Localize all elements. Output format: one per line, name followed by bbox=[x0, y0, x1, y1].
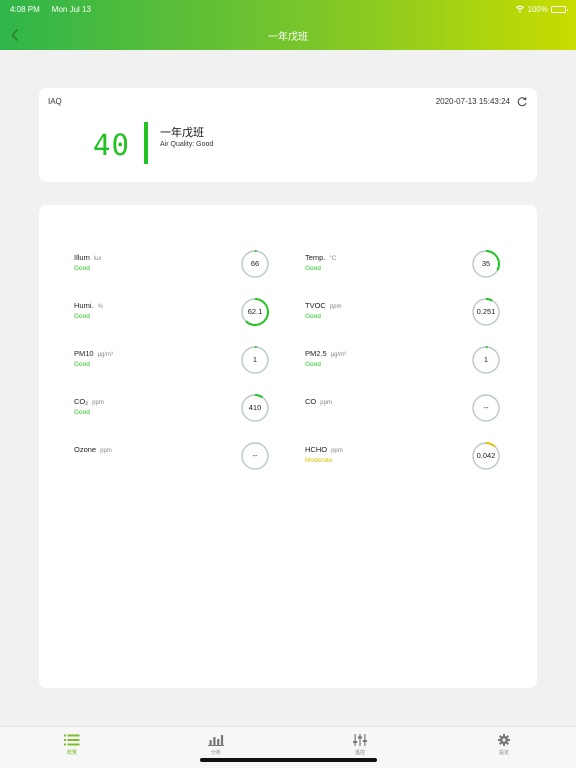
aqi-indicator-bar bbox=[144, 122, 148, 164]
timestamp: 2020-07-13 15:43:24 bbox=[435, 97, 510, 106]
metric-item: Ozone ppm -- bbox=[74, 441, 270, 475]
metric-value: 410 bbox=[248, 403, 262, 412]
metric-unit: ppm bbox=[100, 448, 112, 454]
tab-analysis-label: 分析 bbox=[210, 750, 221, 756]
metric-item: HCHO ppm Moderate 0.042 bbox=[305, 441, 501, 475]
metric-gauge[interactable]: 0.042 bbox=[471, 441, 501, 471]
metric-unit: ppm bbox=[320, 400, 332, 406]
status-time: 4:08 PM bbox=[10, 4, 40, 14]
metric-gauge[interactable]: 35 bbox=[471, 249, 501, 279]
bar-chart-icon bbox=[208, 735, 224, 746]
metric-name: CO ppm bbox=[305, 397, 332, 406]
metric-unit: ppm bbox=[329, 304, 342, 310]
home-indicator bbox=[200, 758, 377, 762]
metric-gauge[interactable]: 66 bbox=[240, 249, 270, 279]
metric-value: 0.251 bbox=[476, 307, 496, 316]
metric-unit: ppm bbox=[92, 400, 104, 406]
wifi-icon bbox=[515, 5, 524, 13]
summary-card: IAQ 2020-07-13 15:43:24 40 一年戊班 Air Qual… bbox=[39, 88, 537, 182]
status-bar: 4:08 PM Mon Jul 13 100% bbox=[10, 3, 568, 15]
metric-gauge[interactable]: -- bbox=[240, 441, 270, 471]
metric-gauge[interactable]: 410 bbox=[240, 393, 270, 423]
metric-unit: % bbox=[97, 304, 103, 310]
tab-remote-label: 遙控 bbox=[354, 750, 365, 756]
app-header: 4:08 PM Mon Jul 13 100% 一年戊班 bbox=[0, 0, 576, 50]
metric-label: Illum bbox=[74, 253, 90, 262]
metric-label: PM2.5 bbox=[305, 349, 327, 358]
metric-item: Illum lux Good 66 bbox=[74, 249, 270, 283]
metric-status: Good bbox=[74, 361, 90, 368]
metric-name: PM10 μg/m³ bbox=[74, 349, 113, 358]
metric-value: 35 bbox=[481, 259, 491, 268]
metric-unit: °C bbox=[329, 256, 337, 262]
metric-item: Temp. °C Good 35 bbox=[305, 249, 501, 283]
tab-overview-label: 概覽 bbox=[66, 750, 77, 756]
battery-icon bbox=[551, 5, 568, 13]
metric-gauge[interactable]: 1 bbox=[240, 345, 270, 375]
metric-name: Temp. °C bbox=[305, 253, 336, 262]
metric-label: Temp. bbox=[305, 253, 326, 262]
tab-settings[interactable]: 設定 bbox=[432, 727, 576, 763]
metric-unit: μg/m³ bbox=[330, 352, 347, 358]
metric-gauge[interactable]: 1 bbox=[471, 345, 501, 375]
iaq-label: IAQ bbox=[48, 97, 62, 106]
tab-settings-label: 設定 bbox=[498, 750, 509, 756]
metric-value: -- bbox=[252, 451, 258, 460]
gear-icon bbox=[498, 734, 510, 746]
metric-gauge[interactable]: 0.251 bbox=[471, 297, 501, 327]
battery-percent: 100% bbox=[527, 4, 548, 14]
metric-name: Ozone ppm bbox=[74, 445, 112, 454]
metric-status: Good bbox=[305, 313, 321, 320]
aqi-value: 40 bbox=[93, 128, 130, 162]
metric-unit: μg/m³ bbox=[97, 352, 114, 358]
metric-value: 66 bbox=[250, 259, 260, 268]
metric-name: CO₂ ppm bbox=[74, 397, 104, 406]
metric-label: Ozone bbox=[74, 445, 97, 454]
refresh-icon bbox=[517, 97, 527, 107]
metric-name: PM2.5 μg/m³ bbox=[305, 349, 346, 358]
metric-unit: ppm bbox=[331, 448, 343, 454]
metric-item: TVOC ppm Good 0.251 bbox=[305, 297, 501, 331]
metric-item: PM2.5 μg/m³ Good 1 bbox=[305, 345, 501, 379]
metric-item: PM10 μg/m³ Good 1 bbox=[74, 345, 270, 379]
tab-overview[interactable]: 概覽 bbox=[0, 727, 144, 763]
metric-item: Humi.% Good 62.1 bbox=[74, 297, 270, 331]
metric-name: Humi.% bbox=[74, 301, 103, 310]
room-name: 一年戊班 bbox=[160, 126, 204, 139]
metric-label: CO₂ bbox=[74, 397, 89, 406]
metric-gauge[interactable]: 62.1 bbox=[240, 297, 270, 327]
air-quality-status: Air Quality: Good bbox=[160, 141, 214, 148]
metric-name: HCHO ppm bbox=[305, 445, 343, 454]
metric-status: Good bbox=[305, 361, 321, 368]
metric-gauge[interactable]: -- bbox=[471, 393, 501, 423]
metric-label: Humi. bbox=[74, 301, 94, 310]
metric-status: Good bbox=[74, 409, 90, 416]
metric-label: PM10 bbox=[74, 349, 94, 358]
metric-value: 1 bbox=[483, 355, 489, 364]
metric-status: Good bbox=[74, 313, 90, 320]
page-title: 一年戊班 bbox=[268, 32, 308, 43]
metric-value: 0.042 bbox=[476, 451, 496, 460]
metric-label: HCHO bbox=[305, 445, 328, 454]
metric-name: Illum lux bbox=[74, 253, 102, 262]
metric-value: -- bbox=[483, 403, 489, 412]
refresh-button[interactable] bbox=[516, 95, 528, 107]
metric-value: 1 bbox=[252, 355, 258, 364]
status-right: 100% bbox=[515, 4, 568, 14]
metrics-card: Illum lux Good 66 Temp. °C Good 35 Humi.% Good 62.… bbox=[39, 205, 537, 688]
metric-status: Moderate bbox=[305, 457, 333, 464]
list-icon bbox=[64, 734, 80, 746]
status-date: Mon Jul 13 bbox=[51, 4, 91, 14]
metric-unit: lux bbox=[93, 256, 102, 262]
metric-status: Good bbox=[305, 265, 321, 272]
metric-name: TVOC ppm bbox=[305, 301, 342, 310]
metric-item: CO ppm -- bbox=[305, 393, 501, 427]
sliders-icon bbox=[353, 734, 367, 746]
metric-value: 62.1 bbox=[247, 307, 263, 316]
metric-status: Good bbox=[74, 265, 90, 272]
metric-label: TVOC bbox=[305, 301, 326, 310]
metric-item: CO₂ ppm Good 410 bbox=[74, 393, 270, 427]
metric-label: CO bbox=[305, 397, 317, 406]
